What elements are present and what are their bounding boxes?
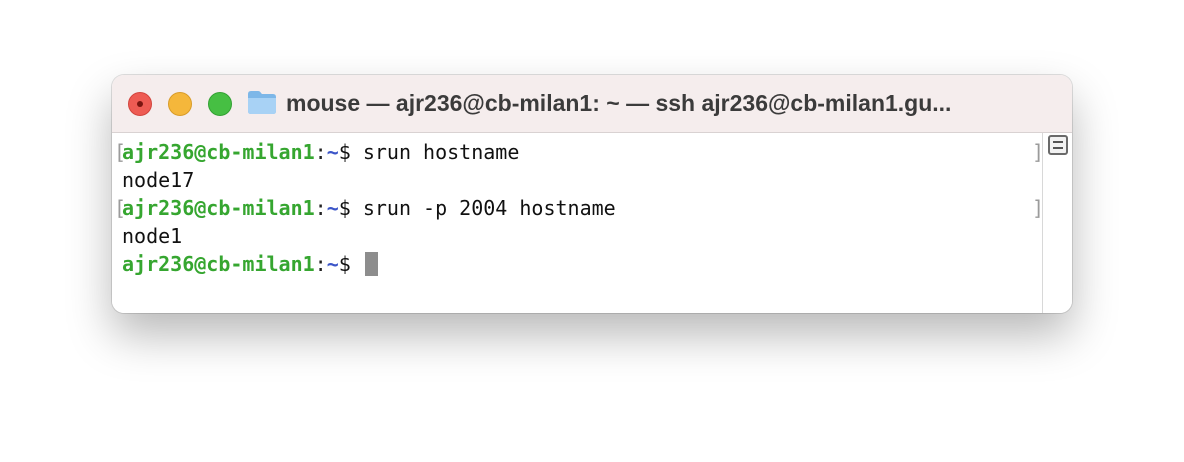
line-mark: [ xyxy=(114,140,127,164)
prompt-symbol: $ xyxy=(338,140,363,164)
text-cursor xyxy=(364,252,378,276)
terminal-line: [ajr236@cb-milan1:~$ srun hostname xyxy=(114,138,520,166)
command-text: srun hostname xyxy=(362,140,520,164)
prompt-user: ajr236@cb-milan1 xyxy=(122,196,315,220)
close-window-button[interactable] xyxy=(128,92,152,116)
terminal-line: [ajr236@cb-milan1:~$ srun -p 2004 hostna… xyxy=(114,194,616,222)
prompt-path: ~ xyxy=(326,140,339,164)
split-pane-icon[interactable] xyxy=(1048,135,1068,155)
output-text: node1 xyxy=(122,224,183,248)
prompt-path: ~ xyxy=(326,252,339,276)
title-bar[interactable]: mouse — ajr236@cb-milan1: ~ — ssh ajr236… xyxy=(112,75,1072,133)
line-mark: [ xyxy=(114,196,127,220)
minimize-window-button[interactable] xyxy=(168,92,192,116)
prompt-user: ajr236@cb-milan1 xyxy=(122,140,315,164)
terminal-window: mouse — ajr236@cb-milan1: ~ — ssh ajr236… xyxy=(112,75,1072,313)
prompt-separator: : xyxy=(314,140,327,164)
prompt-path: ~ xyxy=(326,196,339,220)
command-text: srun -p 2004 hostname xyxy=(362,196,616,220)
terminal-line: node1 xyxy=(122,222,182,250)
terminal-output[interactable]: [ajr236@cb-milan1:~$ srun hostname ] nod… xyxy=(112,133,1044,313)
prompt-symbol: $ xyxy=(338,252,363,276)
maximize-window-button[interactable] xyxy=(208,92,232,116)
prompt-separator: : xyxy=(314,252,327,276)
prompt-symbol: $ xyxy=(338,196,363,220)
terminal-line: ajr236@cb-milan1:~$ xyxy=(122,250,378,278)
prompt-separator: : xyxy=(314,196,327,220)
window-title: mouse — ajr236@cb-milan1: ~ — ssh ajr236… xyxy=(286,90,952,116)
folder-icon xyxy=(248,91,276,114)
output-text: node17 xyxy=(122,168,195,192)
prompt-user: ajr236@cb-milan1 xyxy=(122,252,315,276)
terminal-line: node17 xyxy=(122,166,194,194)
scroll-gutter[interactable] xyxy=(1042,133,1072,313)
